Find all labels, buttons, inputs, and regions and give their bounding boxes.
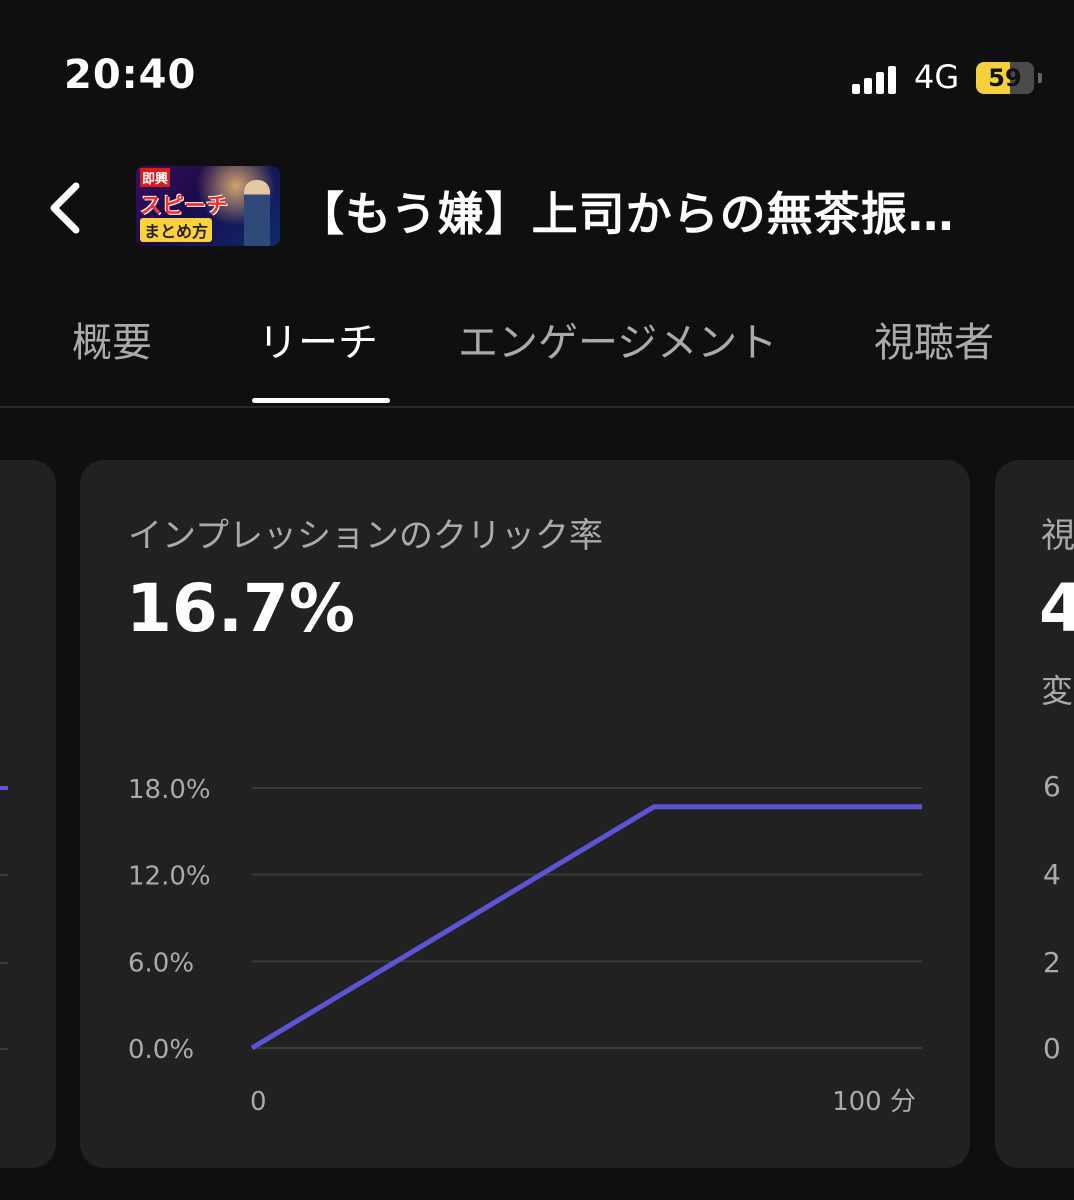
y-tick-label: 0.0% bbox=[128, 1035, 194, 1065]
tab-engagement[interactable]: エンゲージメント bbox=[458, 310, 777, 368]
next-y-tick: 4 bbox=[1043, 858, 1061, 891]
next-metric-sub: 変 bbox=[1041, 672, 1074, 710]
next-y-tick: 2 bbox=[1043, 946, 1061, 979]
y-tick-label: 12.0% bbox=[128, 862, 211, 892]
thumbnail-text-1: 即興 bbox=[140, 168, 171, 187]
battery-level: 59 bbox=[988, 64, 1022, 92]
tab-audience[interactable]: 視聴者 bbox=[874, 310, 994, 368]
thumbnail-person bbox=[244, 180, 270, 246]
next-metric-label: 視 bbox=[1041, 516, 1074, 556]
video-title: 【もう嫌】上司からの無茶振… bbox=[298, 187, 955, 241]
signal-icon bbox=[852, 64, 902, 94]
back-icon[interactable] bbox=[40, 178, 96, 238]
metric-card-ctr[interactable]: インプレッションのクリック率 16.7% 18.0% 12.0% 6.0% 0.0% 0… bbox=[80, 460, 970, 1168]
y-tick-label: 18.0% bbox=[128, 775, 211, 805]
status-time: 20:40 bbox=[64, 52, 197, 98]
y-tick-label: 6.0% bbox=[128, 948, 194, 978]
metric-card-next[interactable]: 視 4 変 6 4 2 0 bbox=[995, 460, 1074, 1168]
ctr-line-chart: 18.0% 12.0% 6.0% 0.0% 0 100 分 bbox=[128, 775, 922, 1117]
next-metric-value: 4 bbox=[1039, 570, 1074, 647]
x-tick-label: 0 bbox=[250, 1087, 267, 1117]
tab-bar: 概要 リーチ エンゲージメント 視聴者 bbox=[0, 270, 1074, 408]
status-bar: 20:40 4G 59 bbox=[0, 0, 1074, 150]
video-header: 即興 スピーチ まとめ方 【もう嫌】上司からの無茶振… bbox=[0, 150, 1074, 270]
thumbnail-text-3: まとめ方 bbox=[140, 218, 213, 242]
network-type: 4G bbox=[914, 58, 960, 96]
battery-icon: 59 bbox=[976, 62, 1042, 94]
video-thumbnail[interactable]: 即興 スピーチ まとめ方 bbox=[136, 166, 280, 246]
tab-overview[interactable]: 概要 bbox=[72, 310, 152, 368]
next-y-tick: 0 bbox=[1043, 1032, 1061, 1065]
next-y-tick: 6 bbox=[1043, 770, 1061, 803]
metric-card-previous[interactable] bbox=[0, 460, 56, 1168]
thumbnail-text-2: スピーチ bbox=[140, 194, 229, 219]
x-tick-label: 100 分 bbox=[832, 1087, 916, 1117]
previous-chart-line bbox=[0, 786, 8, 790]
tab-reach[interactable]: リーチ bbox=[258, 310, 378, 368]
series-line bbox=[250, 804, 922, 1051]
active-tab-indicator bbox=[252, 398, 390, 403]
